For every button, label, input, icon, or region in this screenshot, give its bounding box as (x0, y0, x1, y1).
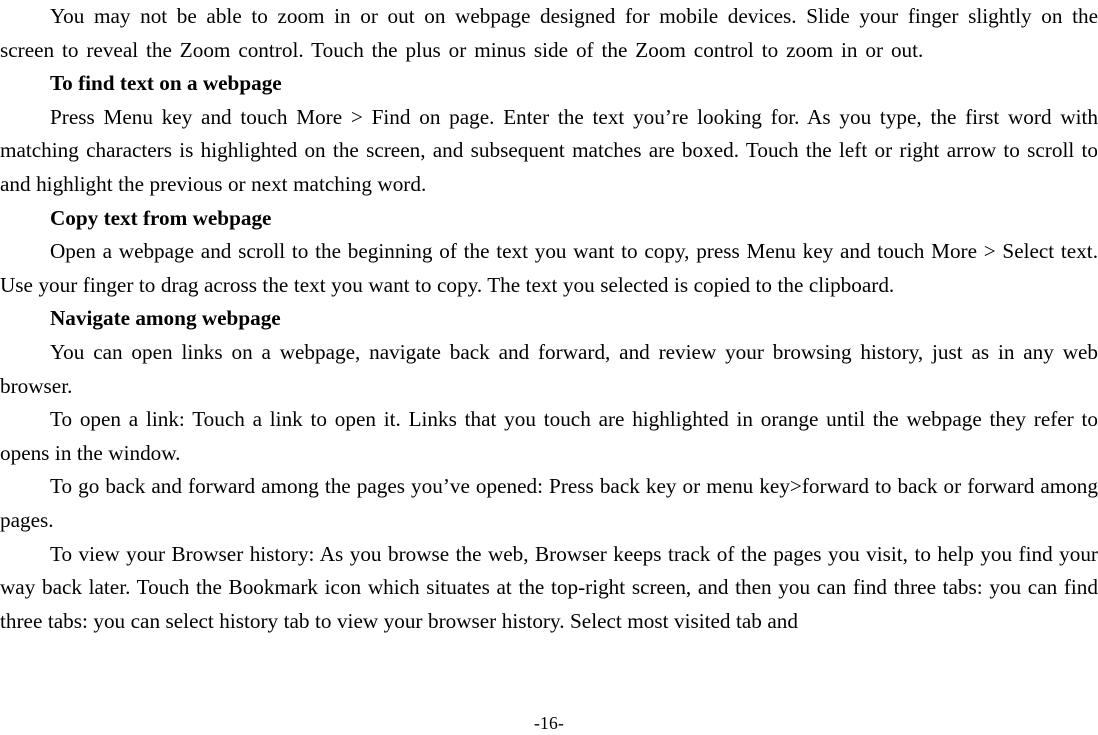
paragraph-browser-history: To view your Browser history: As you bro… (0, 541, 1098, 633)
paragraph-open-a-link: To open a link: Touch a link to open it.… (0, 407, 1098, 465)
paragraph-zoom-webpage: You may not be able to zoom in or out on… (0, 4, 1098, 62)
heading-navigate-among-webpage: Navigate among webpage (50, 306, 281, 331)
heading-find-text-on-a-webpage: To find text on a webpage (50, 71, 282, 96)
page-number: -16- (534, 713, 564, 733)
paragraph-open-links: You can open links on a webpage, navigat… (0, 339, 1098, 398)
page-body-text: You may not be able to zoom in or out on… (0, 0, 1098, 638)
document-page: You may not be able to zoom in or out on… (0, 0, 1098, 735)
heading-copy-text-from-webpage: Copy text from webpage (50, 205, 272, 230)
paragraph-copy-text: Open a webpage and scroll to the beginni… (0, 239, 1098, 297)
paragraph-find-text: Press Menu key and touch More > Find on … (0, 104, 1098, 196)
paragraph-go-back-and-forward: To go back and forward among the pages y… (0, 474, 1098, 532)
